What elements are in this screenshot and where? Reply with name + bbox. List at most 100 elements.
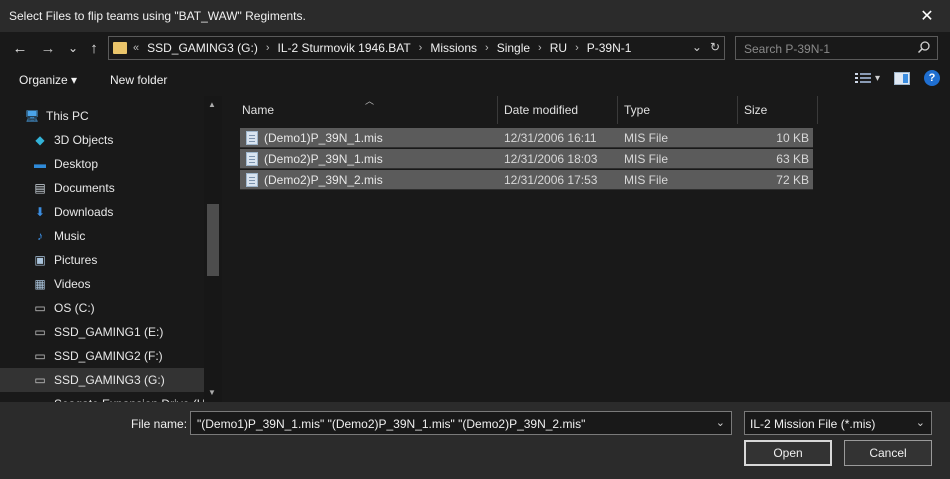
breadcrumb-ru[interactable]: RU	[550, 41, 567, 55]
desktop-icon: ▬	[34, 157, 46, 171]
view-dropdown-icon[interactable]: ▾	[875, 73, 880, 84]
sidebar-item-label: This PC	[46, 109, 89, 123]
column-header-name[interactable]: Name	[236, 96, 498, 124]
sidebar-item-label: Desktop	[54, 157, 99, 171]
breadcrumb-separator-icon[interactable]: ›	[575, 42, 579, 54]
file-date: 12/31/2006 16:11	[504, 131, 597, 145]
sidebar-item[interactable]: ▤ Documents	[0, 176, 204, 200]
file-name: (Demo2)P_39N_2.mis	[264, 173, 383, 187]
search-input[interactable]: Search P-39N-1	[735, 36, 938, 60]
search-placeholder: Search P-39N-1	[744, 42, 831, 56]
sidebar-item[interactable]: ◆ 3D Objects	[0, 128, 204, 152]
file-name-input[interactable]: "(Demo1)P_39N_1.mis" "(Demo2)P_39N_1.mis…	[190, 411, 732, 435]
column-header-size-label: Size	[744, 103, 768, 117]
breadcrumb-drive[interactable]: SSD_GAMING3 (G:)	[147, 41, 258, 55]
file-type: MIS File	[624, 131, 669, 145]
navigation-bar: ← → ⌄ ↑ « SSD_GAMING3 (G:) › IL-2 Sturmo…	[0, 32, 950, 64]
drive-icon: ▭	[34, 349, 46, 363]
breadcrumb-separator-icon[interactable]: ›	[485, 42, 489, 54]
sidebar-item-label: Downloads	[54, 205, 114, 219]
videos-icon: ▦	[34, 277, 46, 291]
column-header-name-label: Name	[242, 103, 275, 117]
file-type-select[interactable]: IL-2 Mission File (*.mis) ⌄	[744, 411, 932, 435]
scroll-up-icon[interactable]: ▲	[208, 100, 216, 109]
folder-icon	[113, 42, 127, 54]
file-type: MIS File	[624, 173, 669, 187]
sidebar-item[interactable]: 🖥 This PC	[0, 104, 204, 128]
file-row[interactable]: (Demo2)P_39N_2.mis 12/31/2006 17:53 MIS …	[240, 170, 813, 190]
breadcrumb-separator-icon[interactable]: ›	[266, 42, 270, 54]
organize-button[interactable]: Organize ▾	[19, 73, 77, 87]
address-dropdown-icon[interactable]: ⌄	[692, 40, 702, 54]
column-header-type[interactable]: Type	[618, 96, 738, 124]
breadcrumb-missions[interactable]: Missions	[430, 41, 477, 55]
music-icon: ♪	[37, 229, 43, 243]
file-date: 12/31/2006 17:53	[504, 173, 598, 187]
file-date: 12/31/2006 18:03	[504, 152, 598, 166]
close-icon[interactable]: ✕	[904, 0, 950, 32]
file-type-dropdown-icon[interactable]: ⌄	[916, 416, 925, 429]
file-name: (Demo1)P_39N_1.mis	[264, 131, 383, 145]
window-title: Select Files to flip teams using "BAT_WA…	[9, 9, 306, 23]
sidebar-item[interactable]: ▭ SSD_GAMING3 (G:)	[0, 368, 204, 392]
sidebar-item[interactable]: ▭ SSD_GAMING2 (F:)	[0, 344, 204, 368]
sidebar-item[interactable]: ▭ OS (C:)	[0, 296, 204, 320]
file-row[interactable]: (Demo1)P_39N_1.mis 12/31/2006 16:11 MIS …	[240, 128, 813, 148]
document-icon: ▤	[34, 181, 46, 195]
file-name-dropdown-icon[interactable]: ⌄	[716, 416, 725, 429]
sidebar-scrollbar[interactable]: ▲ ▼	[204, 96, 222, 402]
sidebar-item-label: SSD_GAMING1 (E:)	[54, 325, 164, 339]
breadcrumb-separator-icon[interactable]: ›	[419, 42, 423, 54]
file-row[interactable]: (Demo2)P_39N_1.mis 12/31/2006 18:03 MIS …	[240, 149, 813, 169]
dialog-footer: File name: "(Demo1)P_39N_1.mis" "(Demo2)…	[0, 402, 950, 479]
file-size: 10 KB	[776, 131, 809, 145]
file-icon	[246, 131, 258, 145]
sidebar-item-label: SSD_GAMING3 (G:)	[54, 373, 165, 387]
refresh-icon[interactable]: ↻	[710, 40, 720, 54]
file-type: MIS File	[624, 152, 669, 166]
breadcrumb-separator-icon[interactable]: ›	[538, 42, 542, 54]
sidebar-item[interactable]: ▣ Pictures	[0, 248, 204, 272]
column-header-type-label: Type	[624, 103, 651, 117]
open-button[interactable]: Open	[744, 440, 832, 466]
cancel-button[interactable]: Cancel	[844, 440, 932, 466]
up-arrow-icon[interactable]: ↑	[84, 38, 104, 58]
download-icon: ⬇	[34, 205, 46, 219]
file-name-value: "(Demo1)P_39N_1.mis" "(Demo2)P_39N_1.mis…	[197, 417, 586, 431]
help-icon[interactable]: ?	[924, 70, 940, 86]
column-header-size[interactable]: Size	[738, 96, 818, 124]
back-arrow-icon[interactable]: ←	[10, 38, 30, 58]
column-header-date[interactable]: Date modified	[498, 96, 618, 124]
drive-icon: ▭	[34, 325, 46, 339]
address-bar[interactable]: « SSD_GAMING3 (G:) › IL-2 Sturmovik 1946…	[108, 36, 725, 60]
drive-icon: ▭	[34, 373, 46, 387]
new-folder-button[interactable]: New folder	[110, 73, 167, 87]
column-header-date-label: Date modified	[504, 103, 579, 117]
sidebar-item[interactable]: ▭Seagate Expansion Drive (H:)	[0, 392, 212, 402]
command-toolbar: Organize ▾ New folder ▾ ?	[0, 64, 950, 96]
cube-icon: ◆	[35, 133, 45, 147]
file-list-pane: ︿ Name Date modified Type Size (Demo1)P_…	[224, 96, 950, 402]
details-view-icon[interactable]	[854, 72, 871, 84]
search-icon[interactable]	[917, 40, 931, 54]
pictures-icon: ▣	[34, 253, 46, 267]
breadcrumb-game-folder[interactable]: IL-2 Sturmovik 1946.BAT	[277, 41, 410, 55]
title-bar: Select Files to flip teams using "BAT_WA…	[0, 0, 950, 32]
address-overflow-icon[interactable]: «	[133, 42, 139, 54]
sidebar-item[interactable]: ⬇ Downloads	[0, 200, 204, 224]
sidebar-item[interactable]: ♪ Music	[0, 224, 204, 248]
sidebar-item[interactable]: ▭ SSD_GAMING1 (E:)	[0, 320, 204, 344]
os-drive-icon: ▭	[34, 301, 46, 315]
breadcrumb-single[interactable]: Single	[497, 41, 530, 55]
scroll-down-icon[interactable]: ▼	[208, 388, 216, 397]
sidebar-item[interactable]: ▬ Desktop	[0, 152, 204, 176]
sidebar-item[interactable]: ▦ Videos	[0, 272, 204, 296]
preview-pane-icon[interactable]	[894, 71, 910, 85]
file-name-label: File name:	[131, 417, 188, 431]
sidebar-item-label: Documents	[54, 181, 115, 195]
breadcrumb-p39n1[interactable]: P-39N-1	[587, 41, 632, 55]
sidebar-item-label: Music	[54, 229, 86, 243]
scrollbar-thumb[interactable]	[207, 204, 219, 276]
forward-arrow-icon[interactable]: →	[38, 38, 58, 58]
recent-locations-chevron-icon[interactable]: ⌄	[63, 38, 83, 58]
